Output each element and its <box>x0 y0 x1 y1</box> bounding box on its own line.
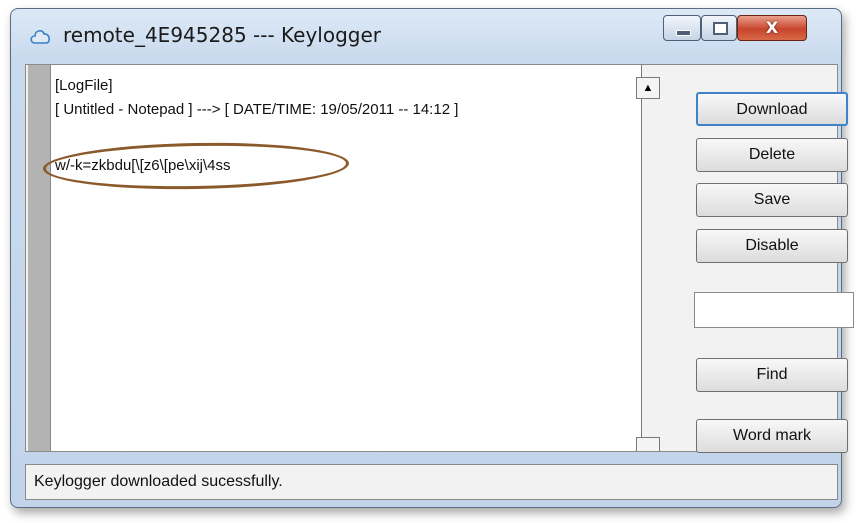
download-button[interactable]: Download <box>696 92 848 126</box>
disable-button[interactable]: Disable <box>696 229 848 263</box>
scroll-up-arrow-icon[interactable]: ▲ <box>636 77 660 99</box>
delete-button[interactable]: Delete <box>696 138 848 172</box>
maximize-button[interactable] <box>701 15 737 41</box>
log-line: [ Untitled - Notepad ] ---> [ DATE/TIME:… <box>55 101 459 118</box>
word-mark-button[interactable]: Word mark <box>696 419 848 453</box>
save-button[interactable]: Save <box>696 183 848 217</box>
maximize-icon <box>713 22 728 35</box>
log-line: [LogFile] <box>55 77 113 94</box>
close-icon: X <box>765 18 779 37</box>
find-button[interactable]: Find <box>696 358 848 392</box>
keylogger-window: remote_4E945285 --- Keylogger X [LogFile… <box>10 8 854 508</box>
client-area: [LogFile] [ Untitled - Notepad ] ---> [ … <box>25 64 854 453</box>
cloud-icon <box>30 30 50 44</box>
left-gutter <box>28 65 51 451</box>
find-input[interactable] <box>694 292 854 328</box>
title-bar[interactable]: remote_4E945285 --- Keylogger X <box>11 9 841 61</box>
status-text: Keylogger downloaded sucessfully. <box>34 473 283 490</box>
minimize-button[interactable] <box>663 15 701 41</box>
minimize-icon <box>676 30 691 36</box>
window-title: remote_4E945285 --- Keylogger <box>63 23 381 47</box>
scroll-down-button[interactable] <box>636 437 660 451</box>
close-button[interactable]: X <box>737 15 807 41</box>
log-textarea[interactable]: [LogFile] [ Untitled - Notepad ] ---> [ … <box>42 65 660 451</box>
log-line: w/-k=zkbdu[\[z6\[pe\xij\4ss <box>55 157 231 174</box>
status-bar: Keylogger downloaded sucessfully. <box>25 464 838 500</box>
